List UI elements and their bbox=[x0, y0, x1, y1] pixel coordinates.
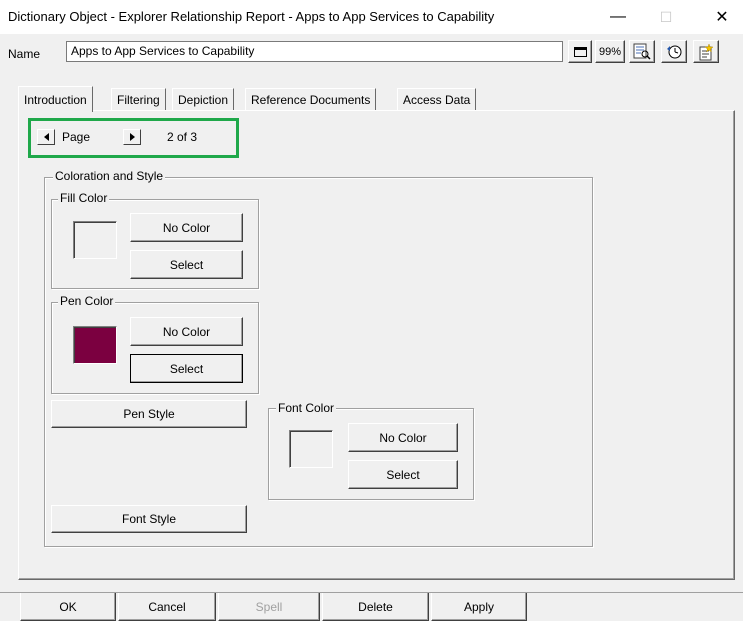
spell-button[interactable]: Spell bbox=[218, 593, 320, 621]
arrow-left-icon bbox=[43, 133, 49, 141]
report-preview-button[interactable] bbox=[629, 40, 655, 63]
ok-button[interactable]: OK bbox=[20, 593, 116, 621]
name-label: Name bbox=[8, 47, 41, 61]
font-select-button[interactable]: Select bbox=[348, 460, 458, 489]
title-bar: Dictionary Object - Explorer Relationshi… bbox=[0, 0, 743, 34]
pen-color-swatch bbox=[73, 326, 117, 364]
font-style-button[interactable]: Font Style bbox=[51, 505, 247, 533]
maximize-button[interactable]: ☐ bbox=[646, 4, 686, 30]
arrow-right-icon bbox=[129, 133, 135, 141]
properties-button[interactable] bbox=[693, 40, 719, 63]
delete-button[interactable]: Delete bbox=[322, 593, 429, 621]
font-color-title: Font Color bbox=[276, 401, 337, 415]
apply-button[interactable]: Apply bbox=[431, 593, 527, 621]
tab-reference-documents[interactable]: Reference Documents bbox=[245, 88, 377, 110]
pen-no-color-button[interactable]: No Color bbox=[130, 317, 243, 346]
coloration-and-style-title: Coloration and Style bbox=[53, 169, 166, 183]
minimize-button[interactable]: — bbox=[598, 4, 638, 30]
pen-style-button[interactable]: Pen Style bbox=[51, 400, 247, 428]
zoom-label: 99% bbox=[598, 45, 622, 58]
pen-select-button[interactable]: Select bbox=[130, 354, 243, 383]
fill-no-color-button[interactable]: No Color bbox=[130, 213, 243, 242]
history-button[interactable] bbox=[661, 40, 687, 63]
name-field[interactable]: Apps to App Services to Capability bbox=[66, 41, 563, 62]
fill-color-swatch bbox=[73, 221, 117, 259]
report-preview-icon bbox=[633, 43, 651, 60]
properties-icon bbox=[699, 42, 714, 60]
window-icon bbox=[573, 46, 587, 57]
zoom-button[interactable]: 99% bbox=[595, 40, 625, 63]
history-clock-icon bbox=[667, 45, 682, 59]
window-toggle-button[interactable] bbox=[568, 40, 592, 63]
font-color-swatch bbox=[289, 430, 333, 468]
tab-introduction[interactable]: Introduction bbox=[18, 86, 93, 112]
close-button[interactable]: ✕ bbox=[702, 4, 742, 30]
previous-page-button[interactable] bbox=[37, 129, 55, 145]
tab-filtering[interactable]: Filtering bbox=[111, 88, 166, 110]
font-no-color-button[interactable]: No Color bbox=[348, 423, 458, 452]
tab-depiction[interactable]: Depiction bbox=[172, 88, 235, 110]
window-title: Dictionary Object - Explorer Relationshi… bbox=[8, 9, 495, 24]
cancel-button[interactable]: Cancel bbox=[118, 593, 216, 621]
next-page-button[interactable] bbox=[123, 129, 141, 145]
pen-color-title: Pen Color bbox=[58, 294, 116, 308]
fill-color-title: Fill Color bbox=[58, 191, 110, 205]
page-label: Page bbox=[62, 130, 91, 144]
tab-access-data[interactable]: Access Data bbox=[397, 88, 477, 110]
fill-select-button[interactable]: Select bbox=[130, 250, 243, 279]
page-status: 2 of 3 bbox=[167, 130, 198, 144]
